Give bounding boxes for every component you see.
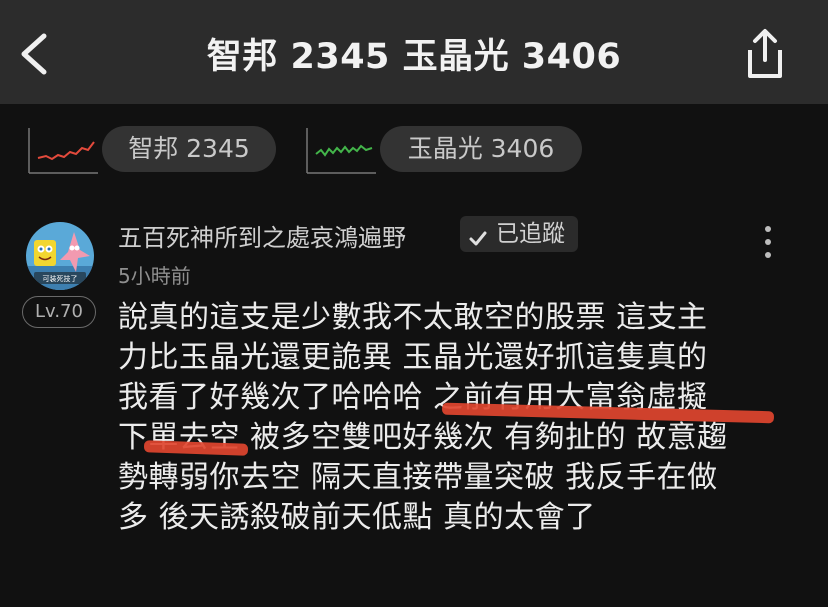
sparkline-mixed-icon: [306, 128, 376, 174]
post-line: 說真的這支是少數我不太敢空的股票 這支主: [118, 300, 708, 335]
checkmark-icon: [468, 224, 488, 246]
related-tickers: 智邦 2345 玉晶光 3406: [0, 126, 828, 176]
ticker-chip-2345[interactable]: 智邦 2345: [102, 126, 276, 172]
post-line: 多 後天誘殺破前天低點 真的太會了: [118, 500, 596, 535]
avatar[interactable]: 可装死技了: [26, 222, 94, 290]
avatar-caption: 可装死技了: [43, 274, 78, 283]
ticker-chip-label: 智邦 2345: [128, 134, 250, 163]
share-icon[interactable]: [740, 26, 790, 82]
user-level-badge: Lv.70: [22, 296, 96, 328]
post: 可装死技了 Lv.70 五百死神所到之處哀鴻遍野 已追蹤 5小時前 說真的這支是…: [0, 210, 828, 570]
post-timestamp: 5小時前: [118, 264, 191, 288]
sparkline-up-icon: [28, 128, 98, 174]
more-options-icon[interactable]: [758, 224, 778, 260]
post-line: 力比玉晶光還更詭異 玉晶光還好抓這隻真的: [118, 340, 708, 375]
following-label: 已追蹤: [496, 221, 565, 247]
post-line: 勢轉弱你去空 隔天直接帶量突破 我反手在做: [118, 460, 718, 495]
top-nav-bar: 智邦 2345 玉晶光 3406: [0, 0, 828, 104]
page-title: 智邦 2345 玉晶光 3406: [206, 37, 622, 77]
ticker-chip-label: 玉晶光 3406: [407, 134, 555, 163]
author-name[interactable]: 五百死神所到之處哀鴻遍野: [118, 218, 406, 253]
ticker-chip-3406[interactable]: 玉晶光 3406: [380, 126, 582, 172]
following-badge[interactable]: 已追蹤: [460, 216, 578, 252]
